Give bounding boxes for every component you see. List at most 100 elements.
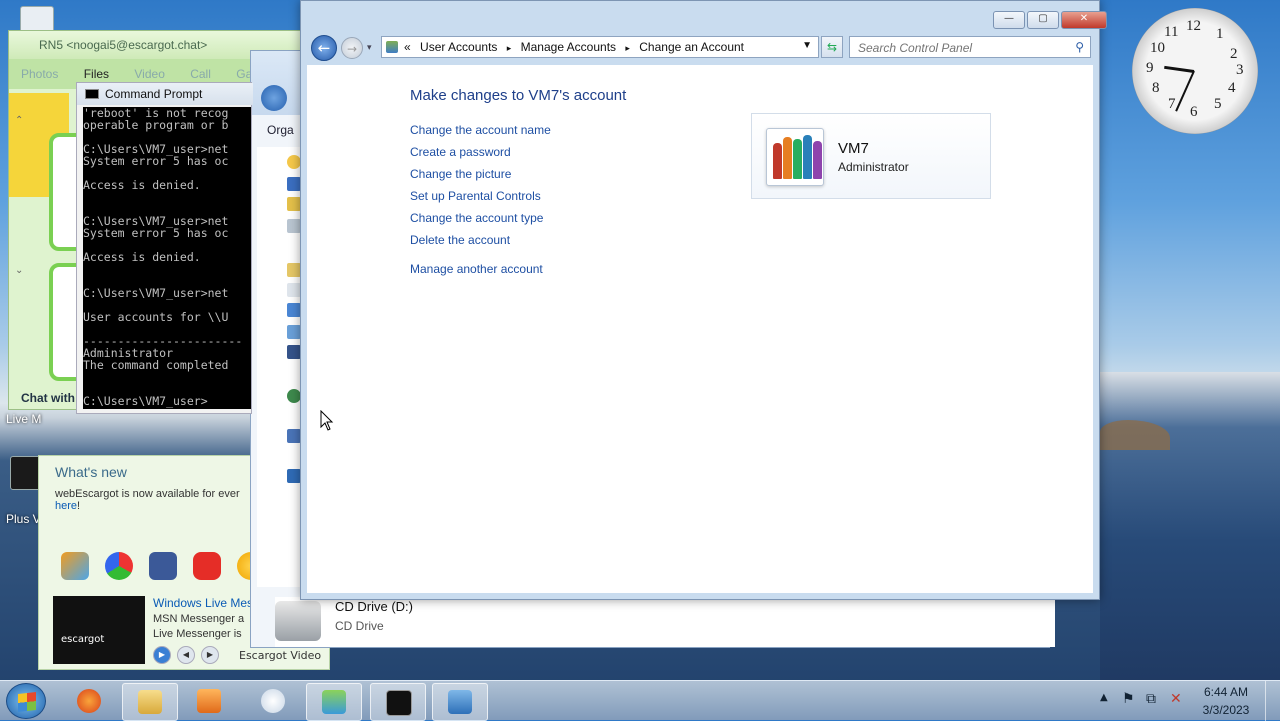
taskbar-explorer[interactable] xyxy=(122,683,178,721)
video-thumbnail[interactable]: escargot xyxy=(53,596,145,664)
recent-places-icon[interactable] xyxy=(287,219,301,233)
media-player-icon xyxy=(197,689,221,713)
documents-icon[interactable] xyxy=(287,283,301,297)
explorer-back-icon[interactable] xyxy=(261,85,287,111)
search-input[interactable] xyxy=(856,38,1070,58)
change-account-name-link[interactable]: Change the account name xyxy=(410,119,551,141)
taskbar-time[interactable]: 6:44 AM xyxy=(1196,685,1256,699)
breadcrumb-separator-2[interactable]: ▸ xyxy=(625,43,630,53)
clock-hour-hand xyxy=(1164,65,1195,73)
navigation-pane xyxy=(257,147,301,587)
breadcrumb-overflow[interactable]: « xyxy=(404,40,411,54)
page-title: Make changes to VM7's account xyxy=(410,87,627,104)
video-thumbnail-label: escargot xyxy=(61,634,105,645)
taskbar-app[interactable] xyxy=(246,683,300,719)
service-icons xyxy=(61,552,265,580)
libraries-icon[interactable] xyxy=(287,263,301,277)
clock-number-6: 6 xyxy=(1190,104,1198,120)
action-center-flag-icon[interactable]: ⚑ xyxy=(1122,691,1135,707)
chrome-icon[interactable] xyxy=(105,552,133,580)
search-icon[interactable]: ⚲ xyxy=(1075,40,1084,54)
whats-new-link[interactable]: here xyxy=(55,500,77,512)
video-controls: ▶ ◀ ▶ Escargot Video xyxy=(153,646,321,664)
taskbar-date[interactable]: 3/3/2023 xyxy=(1196,703,1256,717)
collapse-chevron-icon[interactable]: ⌃ xyxy=(15,115,23,126)
delete-account-link[interactable]: Delete the account xyxy=(410,229,551,251)
clock-gadget[interactable]: 12 1 2 3 4 5 6 7 8 9 10 11 xyxy=(1132,8,1258,134)
tab-video[interactable]: Video xyxy=(134,67,164,81)
maximize-button[interactable]: ▢ xyxy=(1027,11,1059,29)
account-name: VM7 xyxy=(838,140,869,157)
breadcrumb-separator[interactable]: ▸ xyxy=(507,43,512,53)
clock-number-9: 9 xyxy=(1146,60,1154,76)
taskbar-firefox[interactable] xyxy=(62,683,116,719)
network-icon[interactable] xyxy=(287,469,301,483)
recent-pages-chevron-icon[interactable]: ▾ xyxy=(367,43,372,53)
start-button[interactable] xyxy=(6,683,46,719)
collapse-chevron-icon-2[interactable]: ⌄ xyxy=(15,265,23,276)
taskbar: ▲ ⚑ ⧉ ✕ 6:44 AM 3/3/2023 xyxy=(0,680,1280,721)
show-desktop-button[interactable] xyxy=(1265,681,1280,721)
breadcrumb-manage-accounts[interactable]: Manage Accounts xyxy=(521,40,616,54)
show-hidden-icons-chevron-icon[interactable]: ▲ xyxy=(1100,692,1108,703)
tab-files[interactable]: Files xyxy=(84,67,109,81)
video-title-link[interactable]: Windows Live Mes xyxy=(153,596,253,610)
music-icon[interactable] xyxy=(287,303,301,317)
computer-icon[interactable] xyxy=(287,429,301,443)
clock-number-8: 8 xyxy=(1152,80,1160,96)
parental-controls-link[interactable]: Set up Parental Controls xyxy=(410,185,551,207)
folder-icon xyxy=(138,690,162,714)
change-account-type-link[interactable]: Change the account type xyxy=(410,207,551,229)
clock-number-10: 10 xyxy=(1150,40,1165,56)
search-box[interactable]: ⚲ xyxy=(849,36,1091,58)
volume-muted-icon[interactable]: ✕ xyxy=(1170,691,1182,707)
youtube-icon[interactable] xyxy=(193,552,221,580)
taskbar-media[interactable] xyxy=(182,683,236,719)
cmd-console[interactable]: 'reboot' is not recog operable program o… xyxy=(83,107,251,409)
taskbar-cmd[interactable] xyxy=(370,683,426,721)
network-tray-icon[interactable]: ⧉ xyxy=(1146,691,1156,707)
tab-photos[interactable]: Photos xyxy=(21,67,58,81)
forward-button[interactable]: → xyxy=(341,37,363,59)
next-icon[interactable]: ▶ xyxy=(201,646,219,664)
desktop-icon[interactable] xyxy=(287,177,301,191)
videos-icon[interactable] xyxy=(287,345,301,359)
favorites-star-icon[interactable] xyxy=(287,155,301,169)
homegroup-icon[interactable] xyxy=(287,389,301,403)
cd-drive-item[interactable]: CD Drive (D:) CD Drive xyxy=(275,597,1055,647)
previous-icon[interactable]: ◀ xyxy=(177,646,195,664)
minimize-button[interactable]: — xyxy=(993,11,1025,29)
address-dropdown-icon[interactable]: ▼ xyxy=(802,40,812,51)
change-picture-link[interactable]: Change the picture xyxy=(410,163,551,185)
pictures-icon[interactable] xyxy=(287,325,301,339)
clock-number-12: 12 xyxy=(1186,18,1201,34)
facebook-icon[interactable] xyxy=(149,552,177,580)
tab-call[interactable]: Call xyxy=(190,67,211,81)
mouse-cursor-icon xyxy=(320,410,334,431)
manage-another-account-link[interactable]: Manage another account xyxy=(410,258,551,280)
content-pane: Make changes to VM7's account Change the… xyxy=(307,65,1093,593)
butterfly-icon[interactable] xyxy=(61,552,89,580)
address-bar[interactable]: « User Accounts ▸ Manage Accounts ▸ Chan… xyxy=(381,36,819,58)
desktop-icon-label-plus: Plus V xyxy=(6,512,41,526)
crayon-purple xyxy=(813,141,822,179)
clock-number-5: 5 xyxy=(1214,96,1222,112)
crayon-red xyxy=(773,143,782,179)
account-card: VM7 Administrator xyxy=(751,113,991,199)
crayon-orange xyxy=(783,137,792,179)
create-password-link[interactable]: Create a password xyxy=(410,141,551,163)
circle-app-icon xyxy=(261,689,285,713)
downloads-icon[interactable] xyxy=(287,197,301,211)
taskbar-messenger[interactable] xyxy=(306,683,362,721)
video-line-2: Live Messenger is xyxy=(153,628,242,640)
back-button[interactable]: ← xyxy=(311,35,337,61)
breadcrumb-change-account[interactable]: Change an Account xyxy=(639,40,744,54)
taskbar-control-panel[interactable] xyxy=(432,683,488,721)
play-icon[interactable]: ▶ xyxy=(153,646,171,664)
clock-number-2: 2 xyxy=(1230,46,1238,62)
breadcrumb-user-accounts[interactable]: User Accounts xyxy=(420,40,497,54)
close-button[interactable]: ✕ xyxy=(1061,11,1107,29)
cd-drive-icon xyxy=(275,601,321,641)
chat-with-label: Chat with xyxy=(21,391,75,405)
refresh-button[interactable]: ⇆ xyxy=(821,36,843,58)
